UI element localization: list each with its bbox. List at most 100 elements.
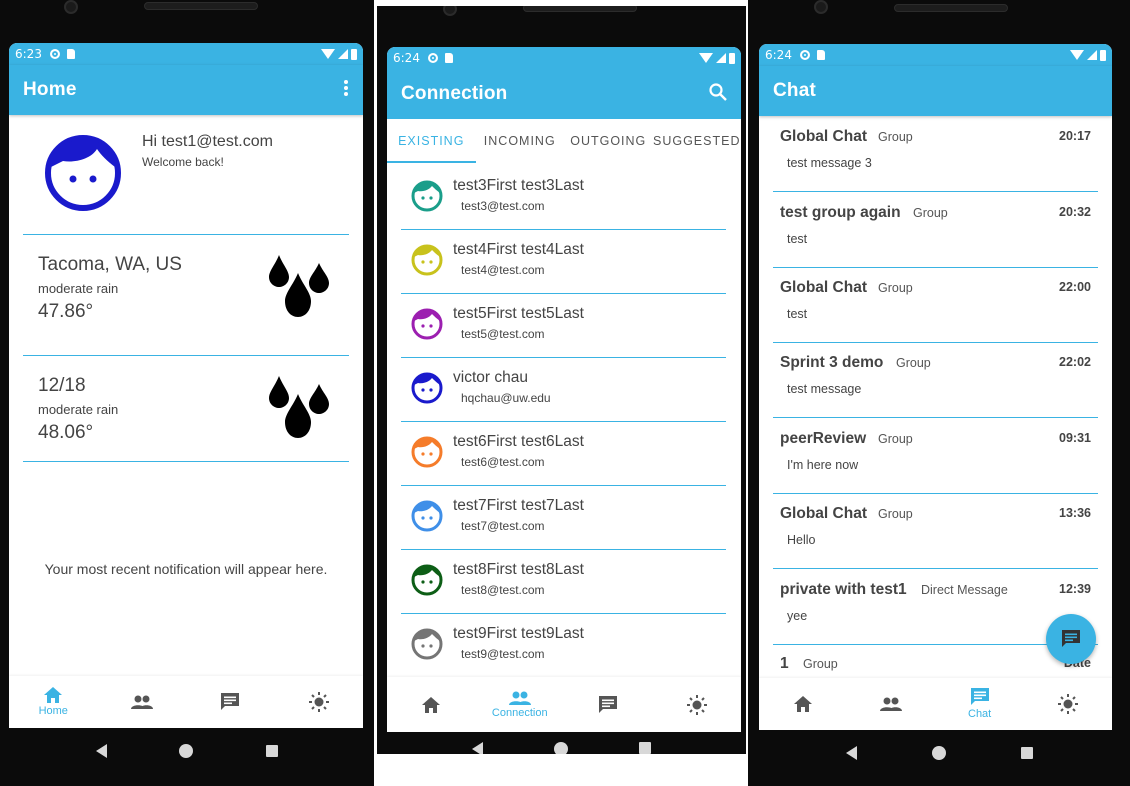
connection-screen: 6:24 Connection EXISTING INCOMING OUTGOI… — [387, 47, 741, 732]
nav-home-label: Home — [38, 705, 68, 717]
avatar — [411, 244, 443, 276]
chat-name: peerReview — [780, 430, 867, 447]
avatar — [411, 436, 443, 468]
chat-list-item[interactable]: peerReview Group 09:31 I'm here now — [773, 418, 1098, 494]
nav-weather[interactable] — [275, 676, 364, 728]
recents-icon[interactable] — [1020, 746, 1033, 759]
chat-last-message: Hello — [787, 533, 816, 547]
nav-chat[interactable] — [564, 677, 653, 732]
chat-last-message: test message 3 — [787, 156, 872, 170]
contact-email: test9@test.com — [461, 647, 545, 661]
chat-list-item[interactable]: Global Chat Group 13:36 Hello — [773, 493, 1098, 569]
avatar — [411, 180, 443, 212]
search-icon[interactable] — [709, 82, 727, 106]
list-item[interactable]: test3First test3Last test3@test.com — [401, 166, 726, 230]
chat-type: Group — [896, 356, 931, 370]
avatar — [411, 628, 443, 660]
contact-name: victor chau — [453, 369, 528, 386]
recents-icon[interactable] — [638, 742, 651, 754]
page-title: Chat — [773, 80, 817, 101]
chat-icon — [221, 693, 240, 710]
list-item[interactable]: test4First test4Last test4@test.com — [401, 230, 726, 294]
app-bar: Connection — [387, 69, 741, 119]
home-system-icon[interactable] — [179, 743, 194, 758]
chat-last-message: test message — [787, 382, 862, 396]
tab-suggested[interactable]: SUGGESTED — [653, 119, 742, 163]
profile-section: Hi test1@test.com Welcome back! — [9, 131, 363, 235]
tab-incoming[interactable]: INCOMING — [476, 119, 565, 163]
chat-name: Global Chat — [780, 128, 867, 145]
speaker-grille — [894, 4, 1008, 12]
page-title: Connection — [401, 83, 508, 104]
home-system-icon[interactable] — [931, 745, 946, 760]
list-item[interactable]: test5First test5Last test5@test.com — [401, 294, 726, 358]
weather-description: moderate rain — [38, 281, 119, 296]
page-title: Home — [23, 79, 77, 100]
weather-temperature: 47.86° — [38, 301, 94, 322]
nav-chat[interactable]: Chat — [936, 678, 1024, 730]
recents-icon[interactable] — [265, 744, 278, 757]
sd-card-icon — [444, 53, 453, 63]
nav-connection[interactable]: Connection — [476, 677, 565, 732]
nav-chat[interactable] — [186, 676, 275, 728]
list-item[interactable]: test9First test9Last test9@test.com — [401, 614, 726, 678]
nav-home[interactable] — [387, 677, 476, 732]
people-icon — [508, 691, 531, 705]
battery-icon — [351, 48, 357, 60]
chat-list-item[interactable]: Global Chat Group 20:17 test message 3 — [773, 116, 1098, 192]
nav-home[interactable]: Home — [9, 676, 98, 728]
nav-chat-label: Chat — [968, 708, 992, 720]
status-time: 6:23 — [15, 47, 42, 61]
nav-weather[interactable] — [1024, 678, 1112, 730]
contact-name: test4First test4Last — [453, 241, 584, 258]
contact-email: test3@test.com — [461, 199, 545, 213]
sd-card-icon — [816, 50, 825, 60]
chat-type: Group — [803, 657, 838, 671]
tab-outgoing[interactable]: OUTGOING — [564, 119, 653, 163]
nav-connection[interactable] — [847, 678, 935, 730]
more-vert-icon[interactable] — [343, 79, 349, 102]
chat-icon — [599, 695, 618, 713]
tab-existing[interactable]: EXISTING — [387, 119, 476, 163]
rain-drops-icon — [269, 255, 329, 317]
connection-tabs: EXISTING INCOMING OUTGOING SUGGESTED — [387, 119, 741, 163]
back-icon[interactable] — [845, 745, 857, 760]
nav-connection[interactable] — [98, 676, 187, 728]
signal-icon — [716, 53, 726, 63]
people-icon — [130, 695, 153, 709]
chat-last-message: test — [787, 307, 808, 321]
list-item[interactable]: test8First test8Last test8@test.com — [401, 550, 726, 614]
chat-type: Group — [878, 130, 913, 144]
weather-current: Tacoma, WA, US moderate rain 47.86° — [9, 235, 363, 355]
contact-name: test6First test6Last — [453, 433, 584, 450]
status-time: 6:24 — [765, 48, 792, 62]
contact-name: test8First test8Last — [453, 561, 584, 578]
home-system-icon[interactable] — [553, 742, 568, 754]
chat-type: Group — [913, 206, 948, 220]
back-icon[interactable] — [96, 743, 108, 758]
phone-connection: 6:24 Connection EXISTING INCOMING OUTGOI… — [377, 6, 746, 754]
speaker-grille — [523, 6, 637, 12]
bottom-navigation: Connection — [387, 677, 741, 732]
status-bar: 6:24 — [759, 44, 1112, 66]
nav-home[interactable] — [759, 678, 847, 730]
list-item[interactable]: test6First test6Last test6@test.com — [401, 422, 726, 486]
bottom-navigation: Home — [9, 676, 363, 728]
contact-email: test8@test.com — [461, 583, 545, 597]
forecast-temperature: 48.06° — [38, 422, 94, 443]
front-camera — [64, 0, 78, 14]
list-item[interactable]: victor chau hqchau@uw.edu — [401, 358, 726, 422]
nav-weather[interactable] — [653, 677, 742, 732]
forecast-description: moderate rain — [38, 402, 119, 417]
chat-list-item[interactable]: Sprint 3 demo Group 22:02 test message — [773, 342, 1098, 418]
divider — [23, 461, 349, 462]
chat-list-item[interactable]: test group again Group 20:32 test — [773, 192, 1098, 268]
weather-forecast: 12/18 moderate rain 48.06° — [9, 356, 363, 462]
contact-email: test7@test.com — [461, 519, 545, 533]
new-chat-button[interactable] — [1046, 614, 1096, 664]
back-icon[interactable] — [472, 742, 484, 754]
chat-list-item[interactable]: Global Chat Group 22:00 test — [773, 267, 1098, 343]
front-camera — [814, 0, 828, 14]
forecast-date: 12/18 — [38, 375, 86, 396]
list-item[interactable]: test7First test7Last test7@test.com — [401, 486, 726, 550]
